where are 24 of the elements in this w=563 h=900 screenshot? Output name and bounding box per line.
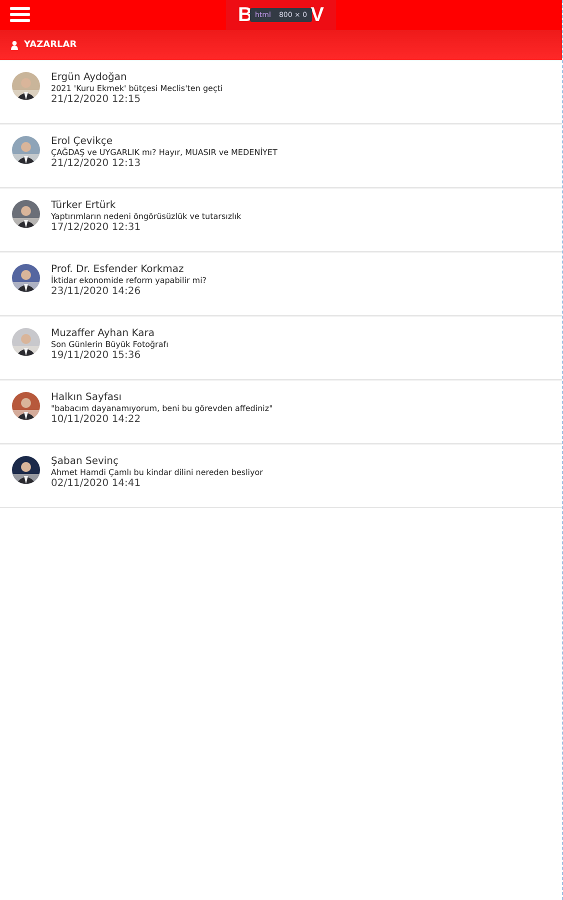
article-date: 19/11/2020 15:36 [51,350,142,361]
article-title[interactable]: 2021 'Kuru Ekmek' bütçesi Meclis'ten geçti [51,84,223,93]
author-name[interactable]: Prof. Dr. Esfender Korkmaz [51,264,207,275]
article-title[interactable]: Son Günlerin Büyük Fotoğrafı [51,340,168,349]
author-name[interactable]: Ergün Aydoğan [51,72,223,83]
article-title[interactable]: Yaptırımların nedeni öngörüsüzlük ve tutarsızlık [51,212,242,221]
author-name[interactable]: Şaban Sevinç [51,456,263,467]
author-name[interactable]: Türker Ertürk [51,200,242,211]
author-name[interactable]: Erol Çevikçe [51,136,278,147]
article-title[interactable]: İktidar ekonomide reform yapabilir mi? [51,276,207,285]
menu-button[interactable] [10,7,30,22]
article-title[interactable]: Ahmet Hamdi Çamlı bu kindar dilini nereden besliyor [51,468,263,477]
article-date: 23/11/2020 14:26 [51,286,142,297]
article-title[interactable]: "babacım dayanamıyorum, beni bu görevden affediniz" [51,404,273,413]
article-date: 10/11/2020 14:22 [51,414,142,425]
article-date: 21/12/2020 12:13 [51,158,142,169]
article-title[interactable]: ÇAĞDAŞ ve UYGARLIK mı? Hayır, MUASIR ve MEDENİYET [51,148,278,157]
article-date: 21/12/2020 12:15 [51,94,142,105]
author-name[interactable]: Muzaffer Ayhan Kara [51,328,168,339]
section-title: YAZARLAR [24,40,77,50]
user-icon [11,40,18,50]
article-date: 02/11/2020 14:41 [51,478,142,489]
article-date: 17/12/2020 12:31 [51,222,142,233]
author-name[interactable]: Halkın Sayfası [51,392,273,403]
